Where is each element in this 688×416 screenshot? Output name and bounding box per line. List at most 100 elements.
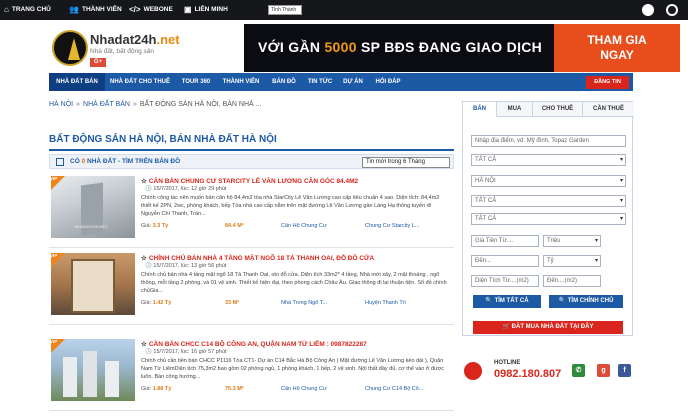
nav-map[interactable]: BÁN ĐỒ xyxy=(267,73,301,91)
nav-tour360[interactable]: TOUR 360 xyxy=(176,73,216,91)
tab-want-rent[interactable]: CẦN THUÊ xyxy=(583,102,634,117)
city-select[interactable]: HÀ NỘI xyxy=(471,175,626,187)
cart-icon: 🛒 xyxy=(502,324,512,330)
price-unit-select[interactable]: Triệu xyxy=(543,235,601,247)
search-all-button[interactable]: 🔍 TÌM TẤT CẢ xyxy=(473,295,541,308)
vip-badge: VIP xyxy=(51,339,67,355)
nav-sale[interactable]: NHÀ ĐẤT BÁN xyxy=(49,73,105,91)
facebook-icon[interactable]: f xyxy=(618,364,631,377)
keyword-input[interactable]: Nhập địa điểm, vd: Mỹ đình, Topaz Garden xyxy=(471,135,626,147)
building-shape xyxy=(71,259,115,313)
ad-banner[interactable]: VỚI GẦN 5000 SP BĐS ĐANG GIAO DỊCH THAM … xyxy=(244,24,680,72)
building-shape xyxy=(105,361,119,397)
breadcrumb: HÀ NỘI» NHÀ ĐẤT BÁN» BẤT ĐỘNG SẢN HÀ NỘI, … xyxy=(49,101,262,108)
listing-location[interactable]: Huyện Thanh Trì xyxy=(365,300,406,306)
listing-price: 3.3 Tỷ xyxy=(152,223,169,229)
search-panel: BÁN MUA CHO THUÊ CẦN THUÊ Nhập địa điểm,… xyxy=(462,101,634,336)
province-select[interactable]: Tỉnh Thành xyxy=(268,5,302,15)
area-to-input[interactable]: Đến....(m2) xyxy=(543,275,601,287)
listing-item[interactable]: VIP ☆ CẦN BÁN CHCC C14 BỘ CÔNG AN, QUẬN N… xyxy=(49,336,454,411)
ward-select[interactable]: TẤT CẢ xyxy=(471,213,626,225)
webone-link[interactable]: </> WEBONE xyxy=(129,4,173,16)
listing-item[interactable]: VIP NHADAT24H.NET ☆ CĂN BÁN CHUNG CƯ STAR… xyxy=(49,173,454,248)
listing-price: 1.42 Tỷ xyxy=(152,300,172,306)
listing-type[interactable]: Nhà Trong Ngõ T... xyxy=(281,300,327,306)
star-icon: ☆ xyxy=(141,178,147,185)
member-link[interactable]: 👥 THÀNH VIÊN xyxy=(69,4,122,16)
listing-description: Chính chủ bán nhà 4 tầng mặt ngõ 18 Tả T… xyxy=(141,272,447,294)
partner-link[interactable]: ▣ LIÊN MINH xyxy=(184,4,228,16)
phone-icon xyxy=(464,362,482,380)
users-icon: 👥 xyxy=(69,5,79,14)
listing-location[interactable]: Chung Cư Starcity L... xyxy=(365,223,419,229)
search-icon: 🔍 xyxy=(558,298,568,304)
listing-date: 🕓 15/7/2017, lúc: 12 giờ 29 phút xyxy=(145,186,227,192)
listing-description: Chính chủ cần tiền bán CHCC P1116 Tòa CT… xyxy=(141,358,445,380)
listing-description: Chính công tác nên muốn bán căn hộ 84,4m… xyxy=(141,195,440,217)
filter-bar: CÓ 0 NHÀ ĐẤT - TÌM TRÊN BẢN ĐỒ Tin mới t… xyxy=(49,154,454,169)
listing-price: 1.88 Tỷ xyxy=(152,386,172,392)
nav-news[interactable]: TIN TỨC xyxy=(303,73,337,91)
breadcrumb-current: BẤT ĐỘNG SẢN HÀ NỘI, BÁN NHÀ ... xyxy=(139,101,262,108)
partner-icon: ▣ xyxy=(184,5,192,14)
listing-date: 🕓 15/7/2017, lúc: 13 giờ 56 phút xyxy=(145,263,227,269)
map-search-link[interactable]: - TÌM TRÊN BẢN ĐỒ xyxy=(116,158,180,165)
listing-type[interactable]: Căn Hộ Chung Cư xyxy=(281,223,327,229)
gplus-icon[interactable]: g xyxy=(597,364,610,377)
area-from-input[interactable]: Diện Tích Từ....(m2) xyxy=(471,275,539,287)
price-from-input[interactable]: Giá Tiền Từ.... xyxy=(471,235,539,247)
listing-title[interactable]: ☆ CĂN BÁN CHUNG CƯ STARCITY LÊ VĂN LƯƠNG … xyxy=(141,177,441,185)
user-icon[interactable] xyxy=(642,4,654,16)
phone-social-icon[interactable]: ✆ xyxy=(572,364,585,377)
code-icon: </> xyxy=(129,5,141,14)
list-icon xyxy=(56,158,64,166)
listing-area: 33 M² xyxy=(225,300,240,306)
site-logo[interactable] xyxy=(52,30,88,66)
breadcrumb-sale[interactable]: NHÀ ĐẤT BÁN xyxy=(83,101,130,108)
tagline: Nhà đất, bất động sản xyxy=(90,48,154,55)
listing-item[interactable]: VIP ☆ CHÍNH CHỦ BÁN NHÀ 4 TẦNG MẶT NGÕ 18… xyxy=(49,250,454,325)
main-nav: NHÀ ĐẤT BÁN NHÀ ĐẤT CHO THUÊ TOUR 360 TH… xyxy=(49,73,633,91)
building-shape xyxy=(83,351,97,397)
vip-badge: VIP xyxy=(51,176,67,192)
post-listing-button[interactable]: ĐĂNG TIN xyxy=(586,76,629,89)
listing-title[interactable]: ☆ CẦN BÁN CHCC C14 BỘ CÔNG AN, QUẬN NAM T… xyxy=(141,340,441,348)
district-select[interactable]: TẤT CẢ xyxy=(471,195,626,207)
tab-buy[interactable]: MUA xyxy=(497,102,533,117)
category-select[interactable]: TẤT CẢ xyxy=(471,154,626,166)
nav-members[interactable]: THÀNH VIÊN xyxy=(217,73,265,91)
star-icon: ☆ xyxy=(141,341,147,348)
listing-title[interactable]: ☆ CHÍNH CHỦ BÁN NHÀ 4 TẦNG MẶT NGÕ 18 TÁ … xyxy=(141,254,441,262)
title-divider xyxy=(49,149,454,151)
price-to-unit-select[interactable]: Tỷ xyxy=(543,255,601,267)
listing-location[interactable]: Chung Cư C14 Bộ Cô... xyxy=(365,386,423,392)
globe-icon[interactable] xyxy=(666,4,678,16)
listing-type[interactable]: Căn Hộ Chung Cư xyxy=(281,386,327,392)
sort-select[interactable]: Tin mới trong 6 Tháng xyxy=(362,157,450,168)
search-owner-button[interactable]: 🔍 TÌM CHÍNH CHỦ xyxy=(549,295,623,308)
banner-cta[interactable]: THAM GIA NGAY xyxy=(554,24,680,72)
thumbnail-watermark: NHADAT24H.NET xyxy=(75,224,108,229)
tab-sale[interactable]: BÁN xyxy=(463,102,497,117)
brand-name[interactable]: Nhadat24h.net xyxy=(90,32,180,47)
tab-rent[interactable]: CHO THUÊ xyxy=(533,102,583,117)
home-link[interactable]: ⌂ TRANG CHỦ xyxy=(4,4,51,16)
gplus-button[interactable]: G+ xyxy=(90,58,106,67)
hotline-number[interactable]: 0982.180.807 xyxy=(494,368,561,380)
listing-area: 75.3 M² xyxy=(225,386,244,392)
tower-icon xyxy=(68,38,80,60)
result-count: CÓ 0 NHÀ ĐẤT - TÌM TRÊN BẢN ĐỒ xyxy=(70,158,181,165)
hotline[interactable]: HOTLINE 0982.180.807 xyxy=(462,356,572,384)
listing-date: 🕓 15/7/2017, lúc: 16 giờ 57 phút xyxy=(145,349,227,355)
listing-thumbnail[interactable]: VIP NHADAT24H.NET xyxy=(51,176,135,238)
price-to-input[interactable]: Đến... xyxy=(471,255,539,267)
breadcrumb-hanoi[interactable]: HÀ NỘI xyxy=(49,101,73,108)
search-tabs: BÁN MUA CHO THUÊ CẦN THUÊ xyxy=(463,102,634,117)
listing-thumbnail[interactable]: VIP xyxy=(51,339,135,401)
listing-thumbnail[interactable]: VIP xyxy=(51,253,135,315)
vip-badge: VIP xyxy=(51,253,67,269)
nav-projects[interactable]: DỰ ÁN xyxy=(338,73,368,91)
buy-request-button[interactable]: 🛒 ĐĂT MUA NHÀ ĐẤT TẠI ĐÂY xyxy=(473,321,623,334)
nav-rent[interactable]: NHÀ ĐẤT CHO THUÊ xyxy=(106,73,174,91)
nav-qa[interactable]: HỎI ĐÁP xyxy=(369,73,407,91)
